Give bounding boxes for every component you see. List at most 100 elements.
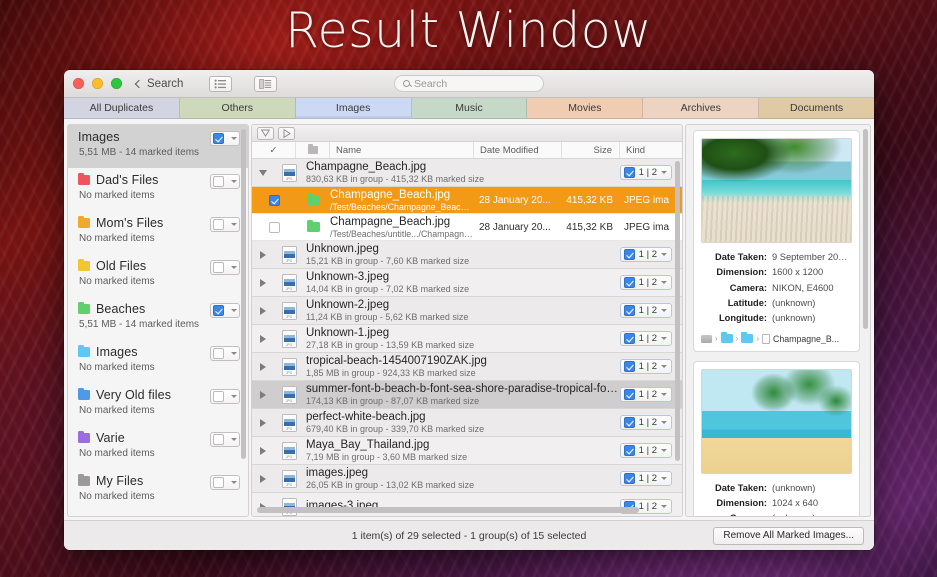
search-input[interactable]: Search: [394, 75, 544, 92]
mark-checkbox[interactable]: [213, 305, 224, 316]
back-to-search-button[interactable]: Search: [134, 78, 183, 90]
column-header-date-modified[interactable]: Date Modified: [474, 142, 562, 158]
sidebar-item-dad-s-files[interactable]: Dad's Files No marked items: [68, 168, 248, 211]
scrollbar-thumb[interactable]: [675, 161, 680, 461]
column-header-kind[interactable]: Kind: [620, 142, 682, 158]
chevron-down-icon[interactable]: [661, 171, 667, 174]
chevron-down-icon[interactable]: [661, 449, 667, 452]
mark-checkbox[interactable]: [213, 391, 224, 402]
column-header-name[interactable]: Name: [330, 142, 474, 158]
chevron-down-icon[interactable]: [231, 352, 237, 355]
mark-checkbox[interactable]: [623, 389, 635, 400]
expand-all-button[interactable]: [278, 126, 295, 140]
tab-images[interactable]: Images: [295, 98, 412, 119]
zoom-button-icon[interactable]: [111, 78, 122, 89]
duplicate-group-row[interactable]: Unknown-1.jpeg27,18 KB in group - 13,59 …: [252, 325, 682, 353]
chevron-down-icon[interactable]: [231, 223, 237, 226]
tab-archives[interactable]: Archives: [643, 98, 760, 119]
sidebar-item-very-old-files[interactable]: Very Old files No marked items: [68, 383, 248, 426]
duplicate-group-row[interactable]: Maya_Bay_Thailand.jpg7,19 MB in group - …: [252, 437, 682, 465]
sidebar-mark-control[interactable]: [210, 174, 240, 189]
disclosure-expand-button[interactable]: [252, 418, 274, 427]
group-mark-control[interactable]: 1 | 2: [619, 387, 672, 402]
mark-checkbox[interactable]: [213, 262, 224, 273]
disclosure-expand-button[interactable]: [252, 334, 274, 343]
chevron-down-icon[interactable]: [661, 421, 667, 424]
duplicate-group-row[interactable]: Champagne_Beach.jpg830,63 KB in group - …: [252, 159, 682, 187]
group-mark-control[interactable]: 1 | 2: [619, 247, 672, 262]
sidebar-mark-control[interactable]: [210, 389, 240, 404]
mark-checkbox[interactable]: [623, 277, 635, 288]
close-button-icon[interactable]: [73, 78, 84, 89]
duplicate-file-row[interactable]: Champagne_Beach.jpg/Test/Beaches/untitle…: [252, 214, 682, 241]
sidebar-mark-control[interactable]: [210, 475, 240, 490]
chevron-down-icon[interactable]: [231, 266, 237, 269]
duplicate-group-row[interactable]: tropical-beach-1454007190ZAK.jpg1,85 MB …: [252, 353, 682, 381]
tab-others[interactable]: Others: [179, 98, 296, 119]
sidebar-mark-control[interactable]: [210, 260, 240, 275]
sidebar-item-my-files[interactable]: My Files No marked items: [68, 469, 248, 512]
collapse-all-button[interactable]: [257, 126, 274, 140]
chevron-down-icon[interactable]: [661, 477, 667, 480]
chevron-down-icon[interactable]: [661, 253, 667, 256]
sidebar-item-images[interactable]: Images No marked items: [68, 340, 248, 383]
duplicate-group-row[interactable]: Unknown-2.jpeg11,24 KB in group - 5,62 K…: [252, 297, 682, 325]
sidebar-item-beaches[interactable]: Beaches 5,51 MB - 14 marked items: [68, 297, 248, 340]
group-mark-control[interactable]: 1 | 2: [619, 165, 672, 180]
mark-checkbox[interactable]: [623, 473, 635, 484]
split-view-button[interactable]: [254, 75, 278, 92]
mark-checkbox[interactable]: [623, 167, 635, 178]
mark-checkbox[interactable]: [623, 361, 635, 372]
row-mark-cell[interactable]: [252, 194, 296, 206]
tab-documents[interactable]: Documents: [759, 98, 874, 119]
group-mark-control[interactable]: 1 | 2: [619, 275, 672, 290]
mark-checkbox[interactable]: [213, 348, 224, 359]
disclosure-expand-button[interactable]: [252, 250, 274, 259]
duplicate-group-row[interactable]: perfect-white-beach.jpg679,40 KB in grou…: [252, 409, 682, 437]
disclosure-expand-button[interactable]: [252, 446, 274, 455]
mark-checkbox[interactable]: [623, 333, 635, 344]
chevron-down-icon[interactable]: [231, 137, 237, 140]
group-mark-control[interactable]: 1 | 2: [619, 443, 672, 458]
mark-checkbox[interactable]: [213, 477, 224, 488]
mark-checkbox[interactable]: [623, 445, 635, 456]
folder-icon[interactable]: [720, 332, 733, 344]
group-mark-control[interactable]: 1 | 2: [619, 331, 672, 346]
disclosure-expand-button[interactable]: [252, 474, 274, 483]
sidebar-mark-control[interactable]: [210, 346, 240, 361]
folders-sidebar[interactable]: Images 5,51 MB - 14 marked items Dad's Fil…: [67, 124, 249, 517]
duplicate-file-row[interactable]: Champagne_Beach.jpg/Test/Beaches/Champag…: [252, 187, 682, 214]
chevron-down-icon[interactable]: [231, 309, 237, 312]
sidebar-mark-control[interactable]: [210, 131, 240, 146]
list-view-button[interactable]: [209, 75, 233, 92]
chevron-down-icon[interactable]: [231, 438, 237, 441]
minimize-button-icon[interactable]: [92, 78, 103, 89]
mark-checkbox[interactable]: [213, 176, 224, 187]
sidebar-mark-control[interactable]: [210, 217, 240, 232]
duplicate-group-row[interactable]: Unknown-3.jpeg14,04 KB in group - 7,02 K…: [252, 269, 682, 297]
group-mark-control[interactable]: 1 | 2: [619, 359, 672, 374]
group-mark-control[interactable]: 1 | 2: [619, 303, 672, 318]
chevron-down-icon[interactable]: [661, 337, 667, 340]
tab-all-duplicates[interactable]: All Duplicates: [64, 98, 180, 119]
group-mark-control[interactable]: 1 | 2: [619, 415, 672, 430]
sidebar-item-mom-s-files[interactable]: Mom's Files No marked items: [68, 211, 248, 254]
group-mark-control[interactable]: 1 | 2: [619, 471, 672, 486]
chevron-down-icon[interactable]: [661, 281, 667, 284]
mark-checkbox[interactable]: [268, 194, 280, 206]
row-mark-cell[interactable]: [252, 221, 296, 233]
folder-icon[interactable]: [741, 332, 754, 344]
tab-music[interactable]: Music: [411, 98, 528, 119]
disclosure-collapse-button[interactable]: [252, 169, 274, 176]
mark-checkbox[interactable]: [268, 221, 280, 233]
disclosure-expand-button[interactable]: [252, 278, 274, 287]
duplicate-group-row[interactable]: summer-font-b-beach-b-font-sea-shore-par…: [252, 381, 682, 409]
column-header-size[interactable]: Size: [562, 142, 620, 158]
sidebar-mark-control[interactable]: [210, 303, 240, 318]
chevron-down-icon[interactable]: [231, 180, 237, 183]
remove-all-marked-images-button[interactable]: Remove All Marked Images...: [713, 526, 864, 545]
sidebar-item-images[interactable]: Images 5,51 MB - 14 marked items: [68, 125, 248, 168]
preview-scrollbar[interactable]: [863, 129, 868, 329]
chevron-down-icon[interactable]: [231, 395, 237, 398]
document-icon[interactable]: [762, 333, 771, 344]
